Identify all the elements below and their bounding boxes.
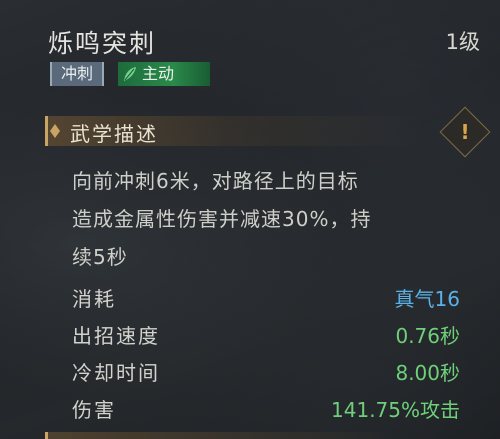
diamond-ornament-icon <box>50 124 60 138</box>
stat-label-damage: 伤害 <box>72 398 116 422</box>
stat-value-cast-speed: 0.76秒 <box>395 324 460 348</box>
stat-value-damage: 141.75%攻击 <box>331 398 460 422</box>
skill-level: 1级 <box>445 30 480 54</box>
stat-label-cooldown: 冷却时间 <box>72 361 160 385</box>
stat-value-cooldown: 8.00秒 <box>395 361 460 385</box>
exclamation-icon[interactable]: ! <box>458 118 472 146</box>
section-title: 武学描述 <box>70 122 158 146</box>
stat-label-cast-speed: 出招速度 <box>72 324 160 348</box>
tag-active: 主动 <box>118 62 210 86</box>
stat-value-cost: 真气16 <box>394 287 460 311</box>
next-section-bar <box>45 432 488 439</box>
stat-label-cost: 消耗 <box>72 287 116 311</box>
tag-active-label: 主动 <box>142 64 175 83</box>
description-line: 向前冲刺6米，对路径上的目标 <box>72 169 359 193</box>
description-line: 造成金属性伤害并减速30%，持 <box>72 207 372 231</box>
description-line: 续5秒 <box>72 245 128 269</box>
skill-description: 向前冲刺6米，对路径上的目标 造成金属性伤害并减速30%，持 续5秒 <box>72 162 422 276</box>
tag-dash: 冲刺 <box>50 62 104 86</box>
skill-name: 烁鸣突刺 <box>48 29 157 58</box>
skill-tooltip: 烁鸣突刺 1级 冲刺 主动 武学描述 ! 向前冲刺6米，对路径上的目标 造成金属… <box>0 0 500 439</box>
leaf-icon <box>124 67 136 81</box>
